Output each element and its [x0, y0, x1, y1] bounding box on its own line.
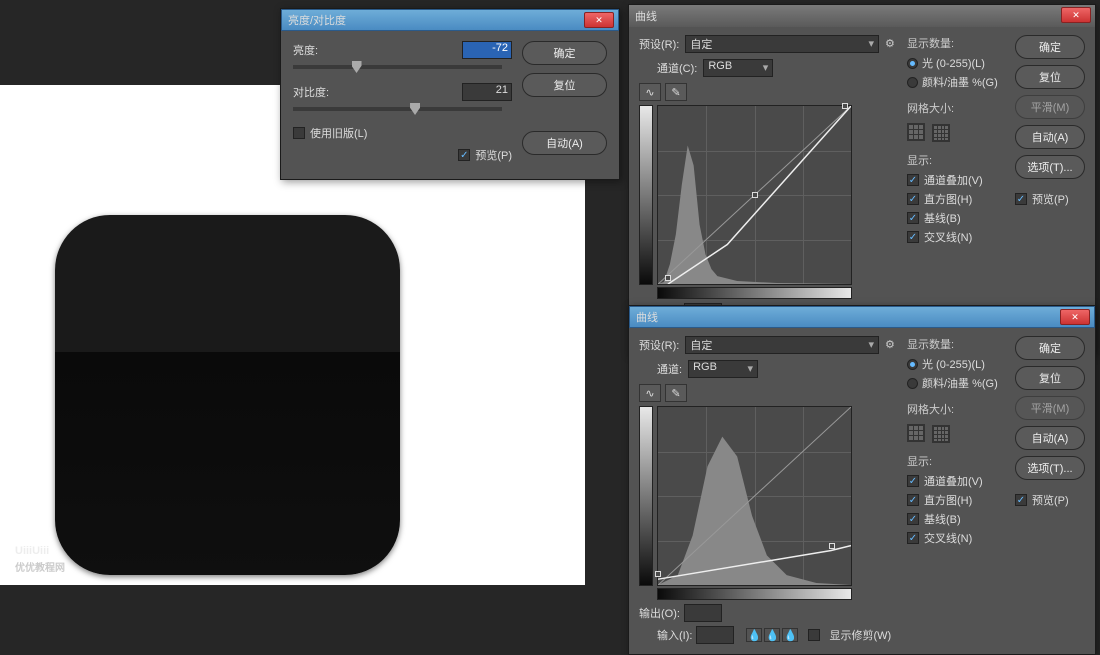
overlay-checkbox[interactable] [907, 475, 919, 487]
reset-button[interactable]: 复位 [1015, 65, 1085, 89]
display-amount-label: 显示数量: [907, 336, 1007, 352]
grid-coarse-icon[interactable] [907, 424, 925, 442]
pencil-tool-icon[interactable]: ✎ [665, 83, 687, 101]
dialog-title: 曲线 [635, 8, 657, 24]
display-amount-label: 显示数量: [907, 35, 1007, 51]
preview-checkbox[interactable] [1015, 193, 1027, 205]
watermark-brand: UiiiUiii [15, 545, 49, 557]
channel-label: 通道: [657, 361, 682, 377]
contrast-input[interactable]: 21 [462, 83, 512, 101]
gear-icon[interactable]: ⚙ [885, 37, 899, 51]
light-radio[interactable] [907, 359, 918, 370]
preset-label: 预设(R): [639, 337, 679, 353]
preset-label: 预设(R): [639, 36, 679, 52]
contrast-slider[interactable] [293, 107, 502, 111]
use-legacy-label: 使用旧版(L) [310, 125, 367, 141]
pigment-radio[interactable] [907, 378, 918, 389]
brightness-label: 亮度: [293, 42, 348, 58]
intersection-checkbox[interactable] [907, 532, 919, 544]
input-label: 输入(I): [657, 627, 692, 643]
ok-button[interactable]: 确定 [1015, 35, 1085, 59]
preset-select[interactable]: 自定 [685, 35, 879, 53]
use-legacy-checkbox[interactable] [293, 127, 305, 139]
dialog-titlebar[interactable]: 曲线 ✕ [629, 5, 1095, 27]
black-point-dropper-icon[interactable]: 💧 [746, 628, 762, 642]
dialog-titlebar[interactable]: 亮度/对比度 ✕ [281, 9, 619, 31]
curve-tool-icon[interactable]: ∿ [639, 384, 661, 402]
auto-button[interactable]: 自动(A) [522, 131, 607, 155]
show-label: 显示: [907, 152, 1007, 168]
contrast-label: 对比度: [293, 84, 348, 100]
output-gradient [639, 105, 653, 285]
auto-button[interactable]: 自动(A) [1015, 426, 1085, 450]
smooth-button: 平滑(M) [1015, 396, 1085, 420]
artwork-icon [55, 215, 400, 575]
light-radio[interactable] [907, 58, 918, 69]
grid-fine-icon[interactable] [932, 425, 950, 443]
channel-select[interactable]: RGB [688, 360, 758, 378]
histogram-checkbox[interactable] [907, 494, 919, 506]
baseline-checkbox[interactable] [907, 513, 919, 525]
show-clipping-checkbox[interactable] [808, 629, 820, 641]
intersection-checkbox[interactable] [907, 231, 919, 243]
preview-checkbox[interactable] [458, 149, 470, 161]
output-gradient [639, 406, 653, 586]
grid-fine-icon[interactable] [932, 124, 950, 142]
white-point-dropper-icon[interactable]: 💧 [782, 628, 798, 642]
show-label: 显示: [907, 453, 1007, 469]
options-button[interactable]: 选项(T)... [1015, 155, 1085, 179]
curves-graph[interactable] [657, 406, 852, 586]
reset-button[interactable]: 复位 [522, 73, 607, 97]
channel-label: 通道(C): [657, 60, 697, 76]
pigment-radio[interactable] [907, 77, 918, 88]
gray-point-dropper-icon[interactable]: 💧 [764, 628, 780, 642]
preset-select[interactable]: 自定 [685, 336, 879, 354]
dialog-title: 亮度/对比度 [288, 12, 346, 28]
show-clipping-label: 显示修剪(W) [829, 627, 891, 643]
close-icon[interactable]: ✕ [1061, 7, 1091, 23]
close-icon[interactable]: ✕ [1060, 309, 1090, 325]
watermark: UiiiUiii 优优教程网 [15, 538, 65, 574]
pencil-tool-icon[interactable]: ✎ [665, 384, 687, 402]
overlay-checkbox[interactable] [907, 174, 919, 186]
ok-button[interactable]: 确定 [1015, 336, 1085, 360]
input-gradient [657, 287, 852, 299]
dialog-title: 曲线 [636, 309, 658, 325]
output-input[interactable] [684, 604, 722, 622]
auto-button[interactable]: 自动(A) [1015, 125, 1085, 149]
curve-tool-icon[interactable]: ∿ [639, 83, 661, 101]
dialog-titlebar[interactable]: 曲线 ✕ [629, 306, 1095, 328]
input-gradient [657, 588, 852, 600]
grid-size-label: 网格大小: [907, 401, 1007, 417]
channel-select[interactable]: RGB [703, 59, 773, 77]
brightness-input[interactable]: -72 [462, 41, 512, 59]
histogram-checkbox[interactable] [907, 193, 919, 205]
ok-button[interactable]: 确定 [522, 41, 607, 65]
brightness-contrast-dialog: 亮度/对比度 ✕ 亮度: -72 对比度: 21 使用旧版(L) 预览(P) [280, 8, 620, 180]
grid-size-label: 网格大小: [907, 100, 1007, 116]
options-button[interactable]: 选项(T)... [1015, 456, 1085, 480]
input-input[interactable] [696, 626, 734, 644]
curves-dialog-1: 曲线 ✕ 预设(R): 自定 ⚙ 通道(C): RGB ∿ ✎ [628, 4, 1096, 354]
grid-coarse-icon[interactable] [907, 123, 925, 141]
curves-graph[interactable] [657, 105, 852, 285]
reset-button[interactable]: 复位 [1015, 366, 1085, 390]
preview-checkbox[interactable] [1015, 494, 1027, 506]
smooth-button: 平滑(M) [1015, 95, 1085, 119]
gear-icon[interactable]: ⚙ [885, 338, 899, 352]
preview-label: 预览(P) [475, 147, 512, 163]
brightness-slider[interactable] [293, 65, 502, 69]
watermark-sub: 优优教程网 [15, 559, 65, 574]
baseline-checkbox[interactable] [907, 212, 919, 224]
close-icon[interactable]: ✕ [584, 12, 614, 28]
curves-dialog-2: 曲线 ✕ 预设(R): 自定 ⚙ 通道: RGB ∿ ✎ [628, 305, 1096, 655]
